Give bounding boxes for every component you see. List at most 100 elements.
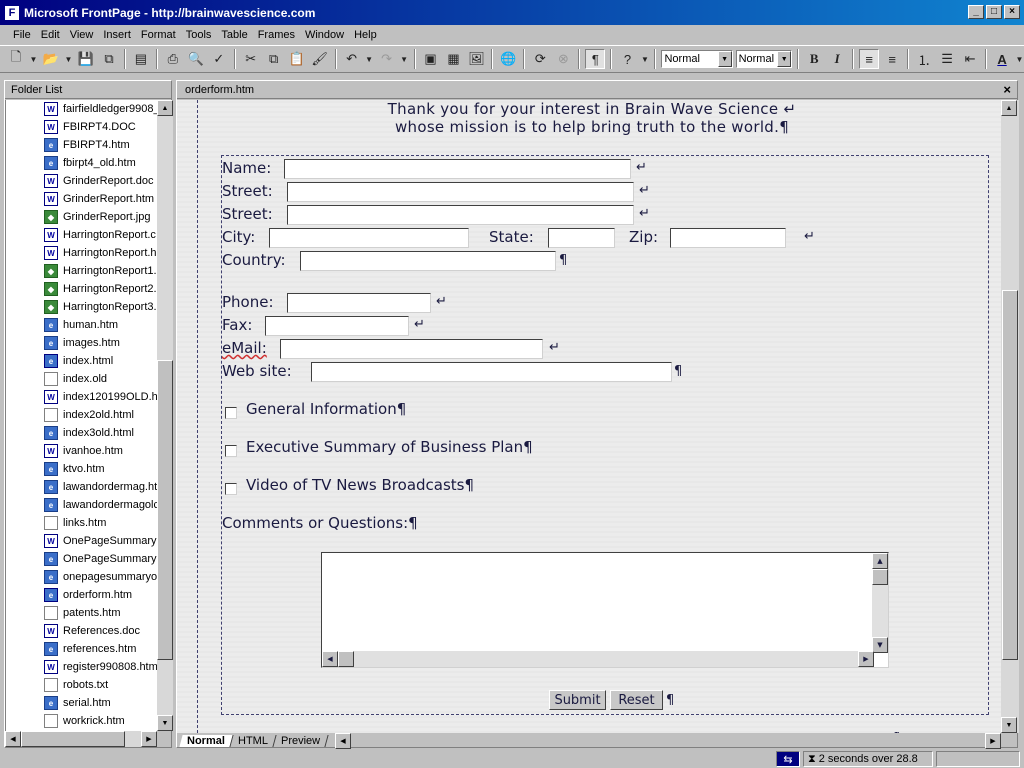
format-painter-icon[interactable]: 🖌 — [310, 49, 330, 69]
folder-list-item[interactable]: e index3old.html — [6, 424, 157, 442]
scroll-up-button[interactable]: ▲ — [1001, 100, 1017, 116]
undo-icon[interactable]: ↶ — [342, 49, 362, 69]
scroll-right-button[interactable]: ▶ — [985, 733, 1001, 749]
frontpage-app-icon[interactable]: F — [4, 4, 20, 21]
scroll-down-button[interactable]: ▼ — [872, 637, 888, 653]
maximize-button[interactable]: □ — [986, 5, 1002, 19]
submit-button[interactable]: Submit — [549, 690, 606, 710]
checkbox-video-broadcasts[interactable] — [225, 483, 237, 495]
folder-list-item[interactable]: e ktvo.htm — [6, 460, 157, 478]
name-field[interactable] — [284, 159, 631, 179]
tab-html[interactable]: HTML — [230, 735, 277, 747]
refresh-icon[interactable]: ⟳ — [530, 49, 550, 69]
close-window-button[interactable]: × — [1004, 5, 1020, 19]
italic-icon[interactable]: I — [827, 49, 847, 69]
align-center-icon[interactable]: ≡ — [882, 49, 902, 69]
textarea-vscroll[interactable]: ▲ ▼ — [872, 553, 888, 653]
folder-list-item[interactable]: W GrinderReport.doc — [6, 172, 157, 190]
scroll-down-button[interactable]: ▼ — [157, 715, 173, 731]
folder-list-item[interactable]: e serial.htm — [6, 694, 157, 712]
chevron-down-icon[interactable]: ▼ — [1015, 49, 1024, 69]
menu-table[interactable]: Table — [216, 29, 252, 41]
scroll-right-button[interactable]: ▶ — [141, 731, 157, 747]
checkbox-general-information[interactable] — [225, 407, 237, 419]
scroll-up-button[interactable]: ▲ — [157, 100, 173, 116]
state-field[interactable] — [548, 228, 615, 248]
folder-list-hscroll[interactable]: ◀ ▶ — [5, 731, 157, 747]
save-icon[interactable]: 💾 — [76, 49, 96, 69]
folder-list-item[interactable]: e references.htm — [6, 640, 157, 658]
style-select[interactable]: Normal ▼ — [661, 50, 733, 68]
reset-button[interactable]: Reset — [610, 690, 663, 710]
align-left-icon[interactable]: ≡ — [859, 49, 880, 69]
scroll-right-button[interactable]: ▶ — [858, 651, 874, 667]
folder-list-item[interactable]: e index.html — [6, 352, 157, 370]
city-field[interactable] — [269, 228, 469, 248]
chevron-down-icon[interactable]: ▼ — [400, 49, 409, 69]
website-field[interactable] — [311, 362, 672, 382]
scroll-thumb[interactable] — [21, 731, 125, 747]
insert-picture-icon[interactable]: 🖼 — [467, 49, 487, 69]
scroll-thumb[interactable] — [157, 360, 173, 660]
folder-list-item[interactable]: e orderform.htm — [6, 586, 157, 604]
folder-list-item[interactable]: W References.doc — [6, 622, 157, 640]
editor-vscroll[interactable]: ▲ ▼ — [1001, 100, 1019, 733]
folder-list-item[interactable]: index2old.html — [6, 406, 157, 424]
scroll-left-button[interactable]: ◀ — [322, 651, 338, 667]
folder-list-item[interactable]: e images.htm — [6, 334, 157, 352]
menu-file[interactable]: File — [8, 29, 36, 41]
folder-list-vscroll[interactable]: ▲ ▼ — [157, 100, 173, 731]
folder-list-item[interactable]: e FBIRPT4.htm — [6, 136, 157, 154]
folder-list-item[interactable]: e onepagesummaryo — [6, 568, 157, 586]
scroll-left-button[interactable]: ◀ — [5, 731, 21, 747]
folder-list-icon[interactable]: ▤ — [131, 49, 151, 69]
country-field[interactable] — [300, 251, 556, 271]
folder-list-item[interactable]: e human.htm — [6, 316, 157, 334]
menu-help[interactable]: Help — [349, 29, 382, 41]
open-folder-icon[interactable]: 📂 — [41, 49, 61, 69]
folder-list-item[interactable]: ◆ HarringtonReport2. — [6, 280, 157, 298]
help-icon[interactable]: ? — [617, 49, 637, 69]
chevron-down-icon[interactable]: ▼ — [29, 49, 38, 69]
menu-format[interactable]: Format — [136, 29, 181, 41]
bulleted-list-icon[interactable]: ☰ — [937, 49, 957, 69]
checkbox-executive-summary[interactable] — [225, 445, 237, 457]
folder-list-item[interactable]: e lawandordermag.ht — [6, 478, 157, 496]
folder-list-item[interactable]: W OnePageSummary — [6, 532, 157, 550]
zip-field[interactable] — [670, 228, 786, 248]
comments-textarea[interactable]: ▲ ▼ ◀ ▶ — [321, 552, 889, 668]
folder-list-item[interactable]: Wivanhoe.htm — [6, 442, 157, 460]
copy-icon[interactable]: ⧉ — [264, 49, 284, 69]
folder-list-item[interactable]: e lawandordermagolc — [6, 496, 157, 514]
close-document-icon[interactable]: × — [1003, 82, 1011, 97]
paste-icon[interactable]: 📋 — [287, 49, 307, 69]
menu-insert[interactable]: Insert — [98, 29, 136, 41]
publish-icon[interactable]: ⧉ — [99, 49, 119, 69]
folder-list-item[interactable]: robots.txt — [6, 676, 157, 694]
hyperlink-icon[interactable]: 🌐 — [498, 49, 518, 69]
folder-list-item[interactable]: e fbirpt4_old.htm — [6, 154, 157, 172]
page-canvas[interactable]: Thank you for your interest in Brain Wav… — [177, 100, 1001, 733]
scroll-up-button[interactable]: ▲ — [872, 553, 888, 569]
street1-field[interactable] — [287, 182, 634, 202]
folder-list-item[interactable]: workrick.htm — [6, 712, 157, 730]
minimize-button[interactable]: _ — [968, 5, 984, 19]
folder-list-item[interactable]: W HarringtonReport.c — [6, 226, 157, 244]
folder-list-item[interactable]: W HarringtonReport.h — [6, 244, 157, 262]
folder-list-item[interactable]: ◆ HarringtonReport3. — [6, 298, 157, 316]
scroll-thumb[interactable] — [1002, 290, 1018, 660]
menu-edit[interactable]: Edit — [36, 29, 65, 41]
email-field[interactable] — [280, 339, 543, 359]
print-preview-icon[interactable]: 🔍 — [186, 49, 206, 69]
folder-list-item[interactable]: ◆ HarringtonReport1. — [6, 262, 157, 280]
redo-icon[interactable]: ↷ — [377, 49, 397, 69]
numbered-list-icon[interactable]: ⒈ — [914, 49, 934, 69]
folder-list-item[interactable]: ◆ GrinderReport.jpg — [6, 208, 157, 226]
folder-list-item[interactable]: index.old — [6, 370, 157, 388]
insert-table-icon[interactable]: ▦ — [444, 49, 464, 69]
font-select[interactable]: Normal ▼ — [735, 50, 793, 68]
stop-icon[interactable]: ⊗ — [553, 49, 573, 69]
folder-list-item[interactable]: Windex120199OLD.h — [6, 388, 157, 406]
bold-icon[interactable]: B — [804, 49, 824, 69]
chevron-down-icon[interactable]: ▼ — [640, 49, 649, 69]
